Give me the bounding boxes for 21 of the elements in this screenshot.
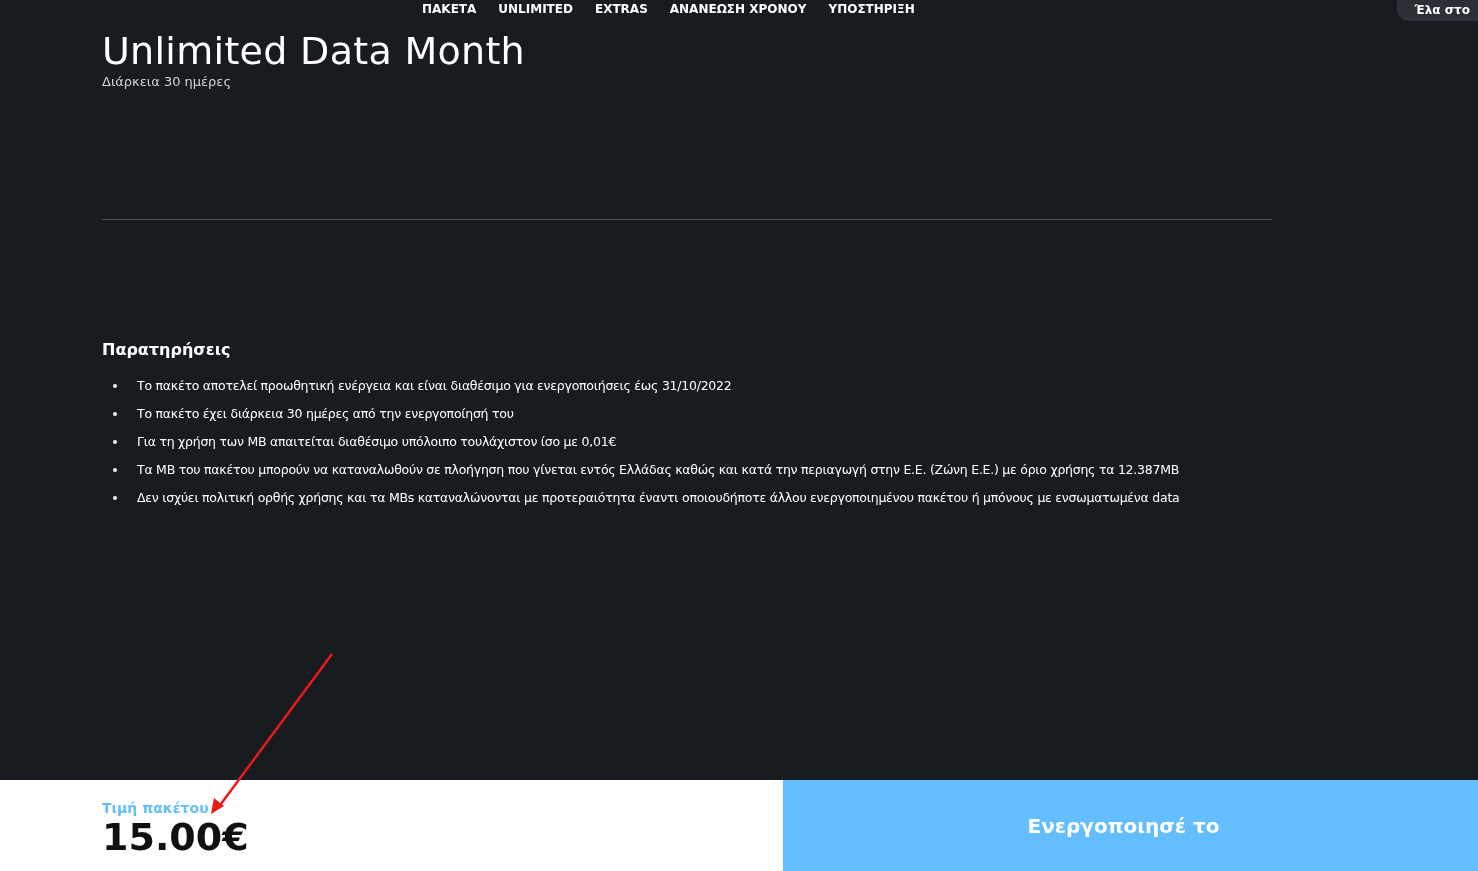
bullet-icon: [113, 384, 117, 388]
bullet-icon: [113, 440, 117, 444]
nav-link[interactable]: ΥΠΟΣΤΗΡΙΞΗ: [828, 2, 915, 16]
note-text: Το πακέτο αποτελεί προωθητική ενέργεια και είναι διαθέσιμο για ενεργοποιήσεις έως 31/10/2022: [137, 377, 732, 395]
nav-link[interactable]: UNLIMITED: [498, 2, 573, 16]
price-label: Τιμή πακέτου: [102, 800, 210, 816]
notes-heading: Παρατηρήσεις: [102, 340, 232, 359]
duration-text: Διάρκεια 30 ημέρες: [102, 74, 233, 89]
bullet-icon: [113, 412, 117, 416]
package-title: Unlimited Data Month: [102, 28, 526, 74]
nav-link[interactable]: EXTRAS: [594, 2, 648, 16]
note-text: Για τη χρήση των MB απαιτείται διαθέσιμο υπόλοιπο τουλάχιστον ίσο με 0,01€: [137, 433, 617, 451]
note-text: Το πακέτο έχει διάρκεια 30 ημέρες από την ενεργοποίησή του: [137, 405, 514, 423]
bullet-icon: [113, 468, 117, 472]
note-text: Δεν ισχύει πολιτική ορθής χρήσης και τα MBs καταναλώνονται με προτεραιότητα έναντι οποιουδήποτε άλλου ενεργοποιημένου πακέτου ή μπόνους με ενσωματωμένα data: [137, 489, 1180, 507]
join-button[interactable]: Έλα στο: [1396, 0, 1478, 21]
nav-link[interactable]: ΑΝΑΝΕΩΣΗ ΧΡΟΝΟΥ: [669, 2, 807, 16]
price-value: 15.00€: [102, 816, 250, 858]
bullet-icon: [113, 496, 117, 500]
nav-link[interactable]: ΠΑΚΕΤΑ: [422, 2, 477, 16]
note-text: Τα MB του πακέτου μπορούν να καταναλωθούν σε πλοήγηση που γίνεται εντός Ελλάδας καθώς και κατά την περιαγωγή στην Ε.Ε. (Ζώνη Ε.Ε.) με όριο χρήσης τα 12.387MB: [137, 461, 1179, 479]
